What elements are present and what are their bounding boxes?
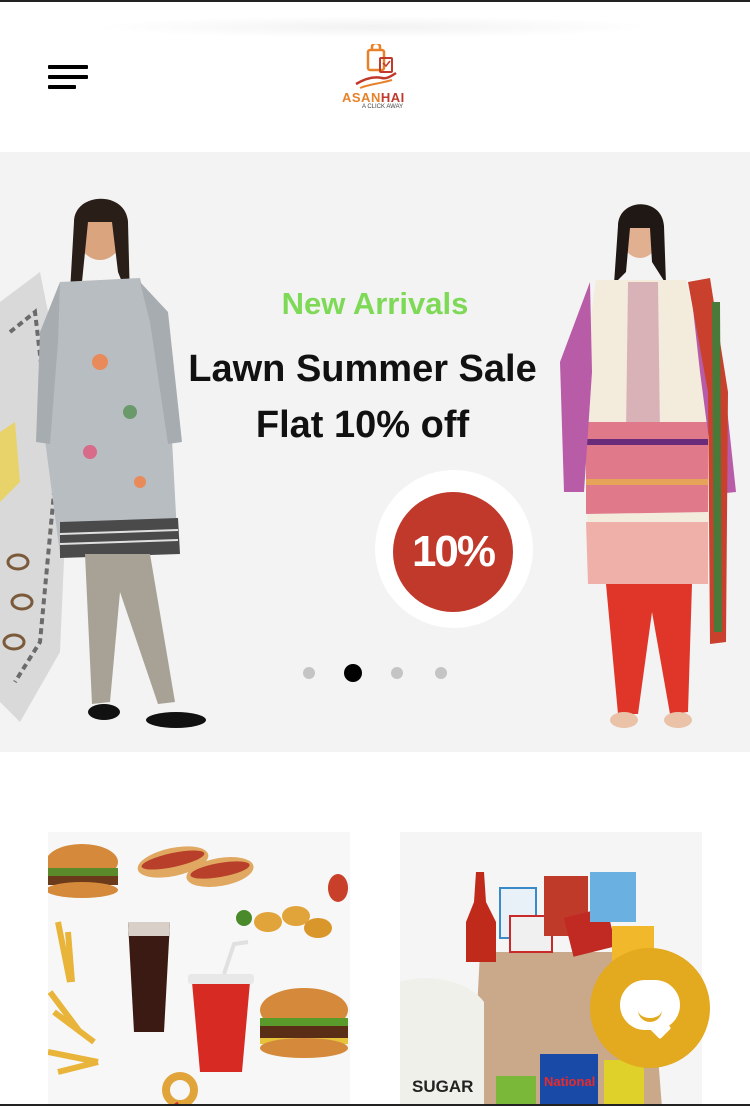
banner-title: Lawn Summer Sale <box>188 348 537 390</box>
discount-badge: 10% <box>393 492 513 612</box>
carousel-dot-3[interactable] <box>391 667 403 679</box>
header-shadow <box>90 16 660 38</box>
logo-wordmark: ASANHAI <box>342 90 405 105</box>
national-packet-label: National <box>544 1074 595 1089</box>
logo-tagline: A CLICK AWAY <box>362 104 404 110</box>
promo-banner-carousel[interactable]: New Arrivals Lawn Summer Sale Flat 10% o… <box>0 152 750 752</box>
banner-kicker: New Arrivals <box>281 286 469 321</box>
banner-subtitle: Flat 10% off <box>255 404 470 446</box>
carousel-pagination <box>0 662 750 684</box>
sugar-bag-label: SUGAR <box>412 1077 473 1096</box>
app-screen: ASANHAI A CLICK AWAY New Arrivals Lawn S… <box>0 0 750 1106</box>
header: ASANHAI A CLICK AWAY <box>0 2 750 152</box>
carousel-dot-1[interactable] <box>303 667 315 679</box>
food-category-card[interactable] <box>48 832 350 1104</box>
shopping-bag-hand-icon <box>355 44 397 89</box>
hamburger-menu-icon[interactable] <box>48 65 88 91</box>
brand-logo[interactable]: ASANHAI A CLICK AWAY <box>340 44 412 114</box>
chat-bubble-icon <box>620 980 680 1030</box>
chat-button[interactable] <box>590 948 710 1068</box>
fast-food-image <box>48 844 348 1104</box>
carousel-dot-4[interactable] <box>435 667 447 679</box>
carousel-dot-2[interactable] <box>344 664 362 682</box>
